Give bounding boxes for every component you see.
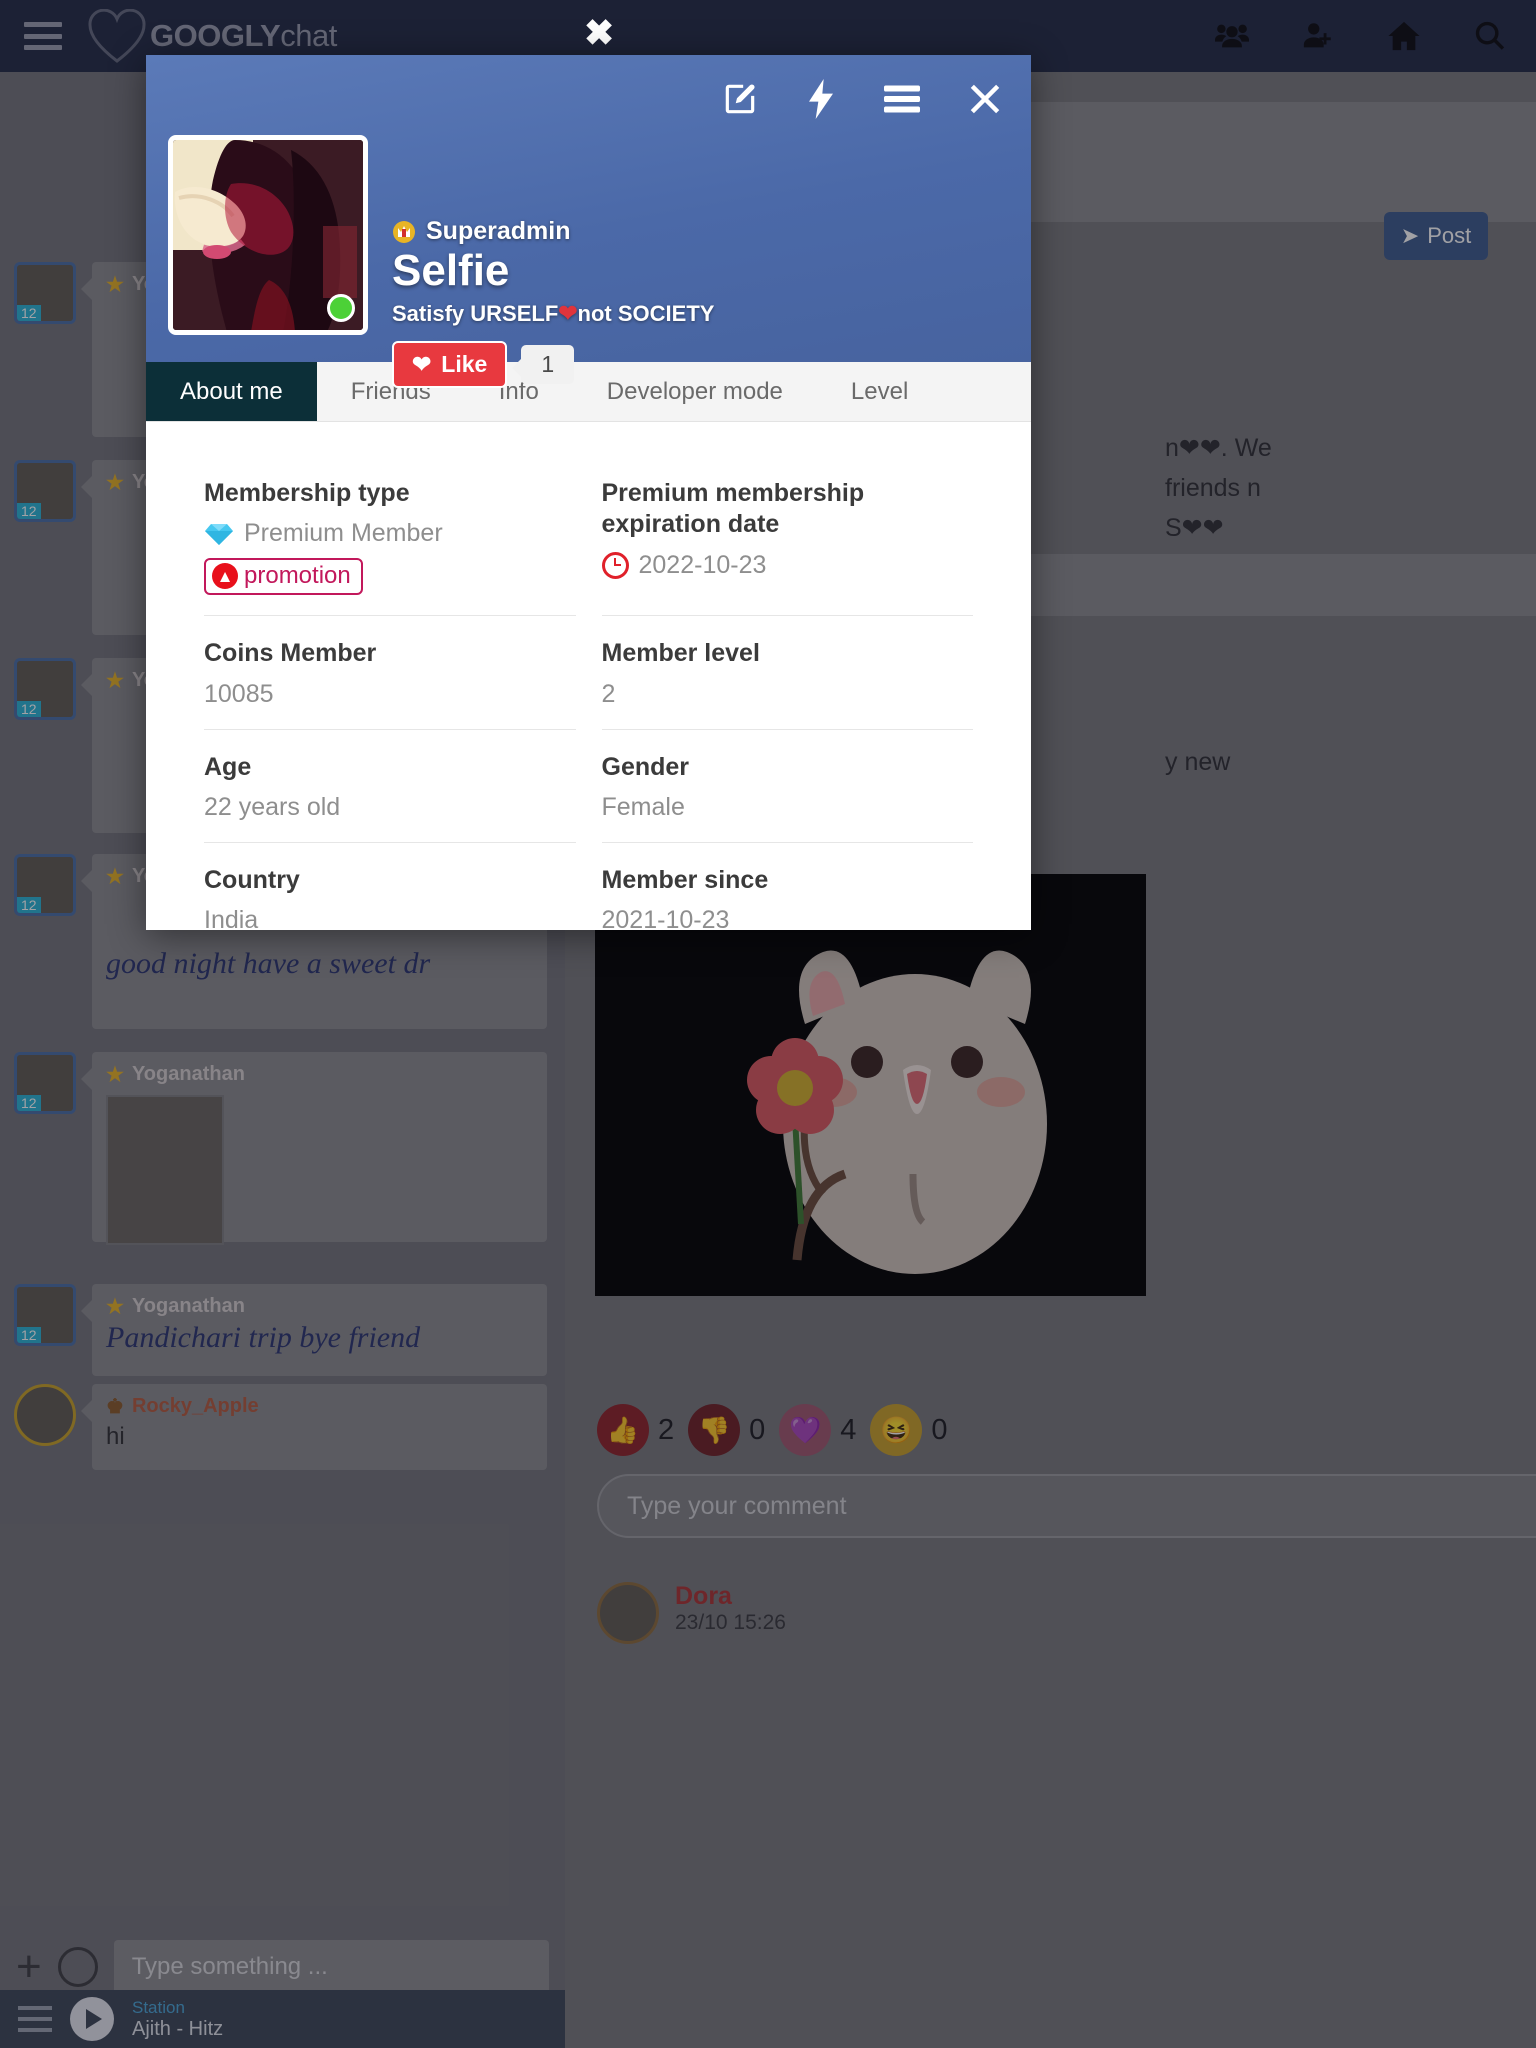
lightning-icon[interactable]: [805, 79, 837, 119]
field-coins-member: Coins Member 10085: [204, 616, 576, 730]
page-title: Selfie: [392, 246, 510, 295]
close-icon[interactable]: [967, 81, 1003, 117]
like-count: 1: [512, 345, 575, 385]
profile-summary: Superadmin Selfie Satisfy URSELF ❤ not S…: [168, 135, 715, 389]
field-country: Country India: [204, 843, 576, 930]
role-row: Superadmin: [392, 217, 714, 246]
about-grid: Membership type Premium Member ▲ promoti…: [204, 456, 973, 930]
heart-icon: ❤: [558, 300, 578, 327]
field-membership-type: Membership type Premium Member ▲ promoti…: [204, 456, 576, 617]
clock-icon: [601, 551, 629, 579]
field-value: Premium Member ▲ promotion: [204, 519, 576, 596]
field-value: 22 years old: [204, 792, 341, 821]
field-gender: Gender Female: [601, 730, 973, 843]
promotion-badge[interactable]: ▲ promotion: [204, 558, 363, 596]
field-value: 2: [601, 679, 616, 708]
about-me-panel: Membership type Premium Member ▲ promoti…: [146, 422, 1031, 930]
edit-icon[interactable]: [721, 80, 759, 118]
profile-header: Superadmin Selfie Satisfy URSELF ❤ not S…: [146, 55, 1031, 389]
field-value: 10085: [204, 679, 274, 708]
field-premium-expiration: Premium membership expiration date 2022-…: [601, 456, 974, 617]
tab-level[interactable]: Level: [817, 362, 942, 421]
like-row: ❤ Like 1: [392, 341, 714, 389]
field-value: Female: [601, 792, 685, 821]
heart-icon: ❤: [412, 351, 432, 378]
overlay-close-icon[interactable]: ✖: [584, 15, 614, 51]
field-member-since: Member since 2021-10-23: [602, 843, 974, 930]
field-value: 2021-10-23: [601, 906, 730, 930]
role-label: Superadmin: [426, 217, 571, 245]
crown-icon: [393, 220, 415, 243]
profile-identity: Superadmin Selfie Satisfy URSELF ❤ not S…: [392, 135, 715, 389]
avatar[interactable]: [168, 135, 368, 335]
screen-root: 12 ★Yoganathan 12 ★Yoganathan 12: [0, 0, 1536, 2048]
profile-toolbar: [721, 79, 1003, 119]
arrow-up-circle-icon: ▲: [212, 563, 238, 590]
profile-tagline: Satisfy URSELF ❤ not SOCIETY: [392, 300, 715, 327]
like-button[interactable]: ❤ Like: [392, 341, 508, 389]
profile-modal: Superadmin Selfie Satisfy URSELF ❤ not S…: [146, 55, 1031, 930]
hamburger-icon[interactable]: [883, 84, 921, 114]
field-age: Age 22 years old: [204, 730, 576, 843]
field-value: India: [204, 906, 259, 930]
field-value: 2022-10-23: [601, 551, 974, 580]
field-member-level: Member level 2: [601, 616, 973, 730]
diamond-icon: [205, 523, 233, 545]
online-status-dot: [327, 294, 355, 322]
